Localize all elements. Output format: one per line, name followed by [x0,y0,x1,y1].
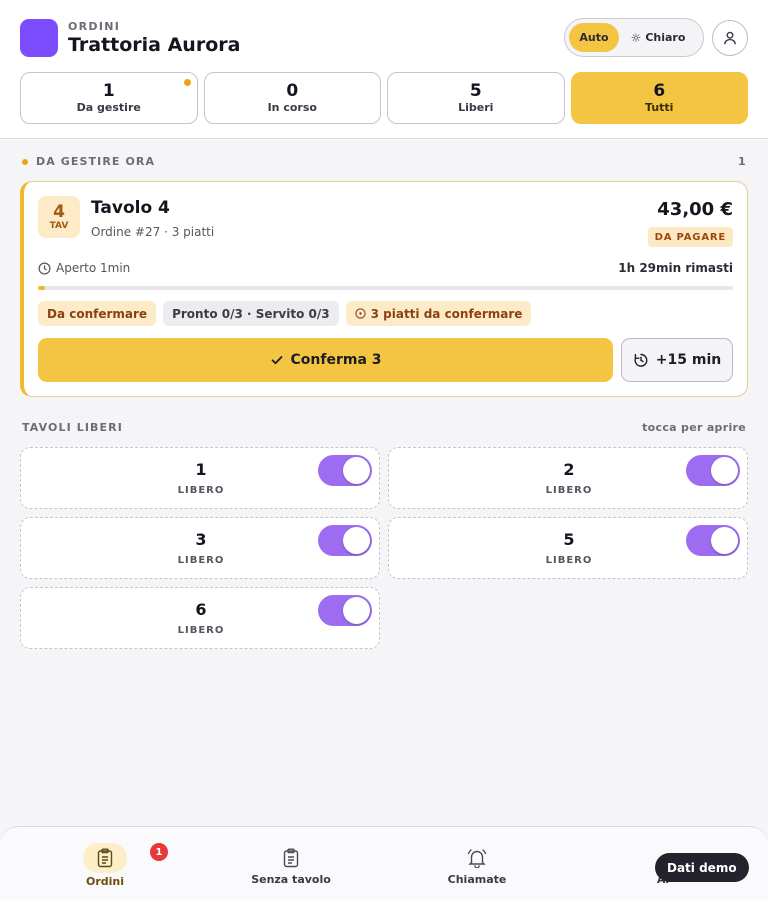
confirm-button[interactable]: Conferma 3 [38,338,613,382]
toggle-knob [711,457,738,484]
nav-ordini[interactable]: Ordini [83,827,127,888]
confirm-button-label: Conferma 3 [290,352,382,368]
free-tables-header: TAVOLI LIBERI tocca per aprire [22,421,746,434]
nav-chiamate[interactable]: Chiamate [447,827,507,886]
free-tables-title: TAVOLI LIBERI [22,421,123,434]
filter-label: Da gestire [76,101,141,114]
check-icon [270,353,284,367]
account-button[interactable] [712,20,748,56]
filter-count: 5 [469,81,482,101]
progress-chip: Pronto 0/3 · Servito 0/3 [163,301,339,326]
table-status: LIBERO [177,625,225,636]
toggle-knob [343,457,370,484]
filter-tutti[interactable]: 6 Tutti [570,72,748,124]
time-progress-bar [38,286,733,290]
order-subtitle: Ordine #27 · 3 piatti [91,225,215,239]
filter-da-gestire[interactable]: 1 Da gestire [20,72,198,124]
table-toggle[interactable] [318,455,372,486]
theme-auto-button[interactable]: Auto [569,23,619,52]
order-card[interactable]: 4 TAV Tavolo 4 Ordine #27 · 3 piatti 43,… [20,181,748,397]
notification-dot [183,79,191,86]
status-chip: Da confermare [38,301,157,326]
restaurant-title: Trattoria Aurora [68,33,241,56]
demo-data-badge[interactable]: Dati demo [655,853,749,882]
filter-in-corso[interactable]: 0 In corso [203,72,381,124]
toggle-knob [711,527,738,554]
clipboard-icon [282,843,300,873]
table-badge-label: TAV [49,221,69,231]
filter-count: 1 [102,81,115,101]
clipboard-icon [83,843,127,873]
table-card-2[interactable]: 2 LIBERO [388,447,748,509]
table-toggle[interactable] [686,455,740,486]
payment-status-badge: DA PAGARE [647,227,733,247]
app-header: ORDINI Trattoria Aurora Auto ☼ Chiaro 1 … [0,0,768,139]
table-card-5[interactable]: 5 LIBERO [388,517,748,579]
remaining-time: 1h 29min rimasti [618,261,733,275]
order-filters: 1 Da gestire 0 In corso 5 Liberi 6 Tutti [20,72,748,124]
toggle-knob [343,527,370,554]
order-title: Tavolo 4 [91,198,170,218]
unconfirmed-chip: 3 piatti da confermare [345,301,532,326]
filter-count: 6 [653,81,666,101]
alert-circle-icon [354,308,366,319]
bell-icon [466,843,488,873]
table-card-6[interactable]: 6 LIBERO [20,587,380,649]
clock-icon [38,261,51,275]
table-status: LIBERO [545,555,593,566]
order-price: 43,00 € [657,199,733,220]
unconfirmed-chip-label: 3 piatti da confermare [370,306,523,321]
sun-icon: ☼ [630,30,642,45]
filter-label: Tutti [645,101,674,114]
nav-label: Chiamate [447,873,507,886]
notification-badge: 1 [150,843,168,861]
pending-section-header: DA GESTIRE ORA 1 [22,155,746,168]
app-logo [20,19,58,57]
extend-time-button[interactable]: +15 min [621,338,733,382]
table-status: LIBERO [177,555,225,566]
theme-switch: Auto ☼ Chiaro [564,18,704,57]
toggle-knob [343,597,370,624]
table-toggle[interactable] [318,525,372,556]
pending-count: 1 [738,155,746,168]
pending-section-title: DA GESTIRE ORA [36,155,156,168]
table-card-3[interactable]: 3 LIBERO [20,517,380,579]
nav-label: Ordini [85,875,125,888]
brand: ORDINI Trattoria Aurora [20,19,240,57]
table-card-1[interactable]: 1 LIBERO [20,447,380,509]
filter-label: In corso [267,101,317,114]
table-status: LIBERO [545,485,593,496]
table-toggle[interactable] [318,595,372,626]
theme-light-label: Chiaro [645,31,686,44]
user-icon [724,31,736,45]
status-dot [22,158,28,165]
table-badge: 4 TAV [38,196,80,238]
free-tables-hint: tocca per aprire [642,421,746,434]
extend-time-label: +15 min [655,352,722,368]
timer-icon [633,352,649,368]
table-badge-number: 4 [53,202,65,222]
opened-label: Aperto 1min [56,261,131,275]
filter-liberi[interactable]: 5 Liberi [387,72,565,124]
table-status: LIBERO [177,485,225,496]
page-eyebrow: ORDINI [68,19,121,33]
theme-light-button[interactable]: ☼ Chiaro [619,23,697,52]
nav-label: Senza tavolo [251,873,331,886]
opened-time: Aperto 1min [38,261,130,275]
time-progress-fill [38,286,45,290]
order-chips: Da confermare Pronto 0/3 · Servito 0/3 3… [38,301,532,326]
table-toggle[interactable] [686,525,740,556]
nav-senza-tavolo[interactable]: Senza tavolo [251,827,331,886]
bottom-navigation: Ordini 1 Senza tavolo Chiamate Al [0,826,768,900]
free-tables-grid: 1 LIBERO 2 LIBERO 3 LIBERO 5 LIBERO 6 LI… [20,447,748,649]
filter-label: Liberi [458,101,494,114]
filter-count: 0 [286,81,299,101]
